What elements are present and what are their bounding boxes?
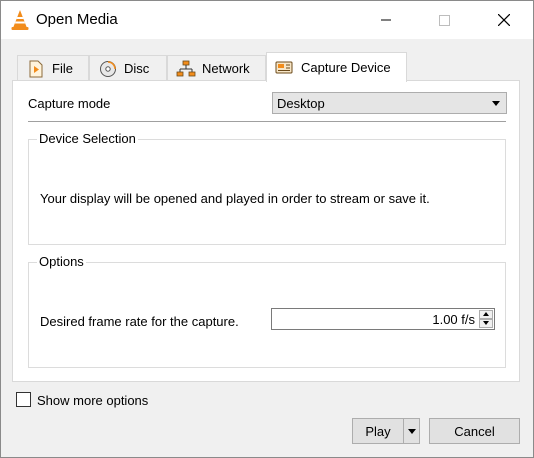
close-icon bbox=[498, 14, 510, 26]
network-icon bbox=[176, 60, 196, 78]
tab-file[interactable]: File bbox=[17, 55, 89, 81]
disc-icon bbox=[98, 60, 118, 78]
divider bbox=[28, 121, 506, 122]
chevron-up-icon bbox=[483, 312, 489, 316]
capture-mode-select[interactable]: Desktop bbox=[272, 92, 507, 114]
spin-down-button[interactable] bbox=[479, 319, 493, 328]
options-title: Options bbox=[37, 254, 86, 269]
options-group: Options Desired frame rate for the captu… bbox=[28, 254, 506, 368]
play-button[interactable]: Play bbox=[352, 418, 404, 444]
spin-up-button[interactable] bbox=[479, 310, 493, 319]
spin-buttons bbox=[479, 310, 493, 328]
play-dropdown-button[interactable] bbox=[403, 418, 420, 444]
tab-disc[interactable]: Disc bbox=[89, 55, 167, 81]
cancel-button[interactable]: Cancel bbox=[429, 418, 520, 444]
title-bar: Open Media bbox=[1, 1, 533, 39]
show-more-options-checkbox[interactable] bbox=[16, 392, 31, 407]
frame-rate-spinbox[interactable]: 1.00 f/s bbox=[271, 308, 495, 330]
capture-mode-value: Desktop bbox=[277, 96, 325, 111]
chevron-down-icon bbox=[492, 101, 500, 106]
frame-rate-value: 1.00 f/s bbox=[432, 312, 475, 327]
close-button[interactable] bbox=[481, 1, 527, 39]
capture-device-icon bbox=[275, 59, 295, 77]
maximize-button[interactable] bbox=[421, 1, 467, 39]
frame-rate-label: Desired frame rate for the capture. bbox=[40, 314, 239, 329]
capture-mode-label: Capture mode bbox=[28, 96, 111, 111]
open-media-dialog: Open Media File Disc Network Capture Dev… bbox=[0, 0, 534, 458]
tab-network[interactable]: Network bbox=[167, 55, 266, 81]
play-button-label: Play bbox=[365, 423, 391, 439]
device-selection-group: Device Selection Your display will be op… bbox=[28, 131, 506, 245]
device-selection-title: Device Selection bbox=[37, 131, 138, 146]
show-more-options-label[interactable]: Show more options bbox=[37, 393, 148, 408]
device-selection-message: Your display will be opened and played i… bbox=[40, 191, 430, 206]
window-title: Open Media bbox=[36, 11, 118, 28]
minimize-icon bbox=[381, 19, 391, 21]
minimize-button[interactable] bbox=[363, 1, 409, 39]
vlc-cone-icon bbox=[10, 9, 30, 31]
file-icon bbox=[26, 60, 46, 78]
maximize-icon bbox=[438, 14, 450, 26]
tab-capture-device[interactable]: Capture Device bbox=[266, 52, 407, 82]
cancel-button-label: Cancel bbox=[454, 423, 495, 439]
capture-device-panel: Capture mode Desktop Device Selection Yo… bbox=[12, 80, 520, 382]
chevron-down-icon bbox=[407, 428, 416, 434]
chevron-down-icon bbox=[483, 321, 489, 325]
